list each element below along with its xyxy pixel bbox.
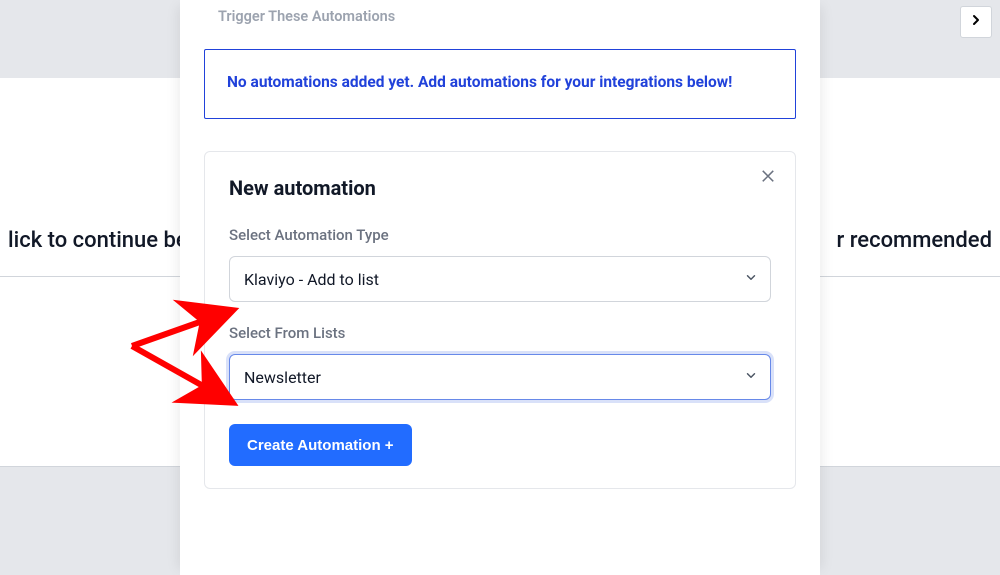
automation-type-value: Klaviyo - Add to list [244,270,379,289]
headline-right-fragment: r recommended [836,228,992,253]
empty-state-notice: No automations added yet. Add automation… [204,49,796,119]
nav-next-button[interactable] [960,6,992,38]
list-select[interactable]: Newsletter [229,354,771,400]
card-title: New automation [229,176,771,200]
automation-modal: Trigger These Automations No automations… [180,0,820,575]
field-label-automation-type: Select Automation Type [229,226,771,244]
create-automation-button[interactable]: Create Automation + [229,424,412,466]
automation-type-select[interactable]: Klaviyo - Add to list [229,256,771,302]
new-automation-card: New automation Select Automation Type Kl… [204,151,796,489]
close-icon [759,169,777,188]
create-automation-label: Create Automation + [247,437,394,454]
list-select-value: Newsletter [244,368,321,387]
chevron-right-icon [968,12,984,32]
chevron-down-icon [744,270,758,289]
headline-left-fragment: lick to continue be [8,228,188,253]
close-button[interactable] [759,166,777,188]
field-label-select-list: Select From Lists [229,324,771,342]
section-label-trigger-automations: Trigger These Automations [204,8,796,25]
empty-state-text: No automations added yet. Add automation… [227,73,732,91]
chevron-down-icon [744,368,758,387]
